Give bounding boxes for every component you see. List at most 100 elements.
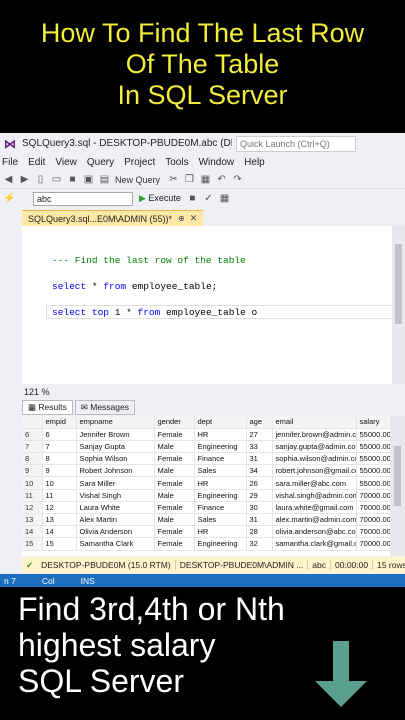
table-cell[interactable]: robert.johnson@gmail.com	[272, 464, 357, 478]
table-cell[interactable]: Sara Miller	[76, 476, 155, 490]
menu-window[interactable]: Window	[199, 157, 235, 168]
table-cell[interactable]: 31	[246, 513, 273, 527]
table-row[interactable]: 6 6 Jennifer Brown Female HR 27 jennifer.brown…	[22, 428, 390, 441]
row-number[interactable]: 8	[22, 452, 43, 466]
table-cell[interactable]: 30	[246, 501, 273, 515]
table-row[interactable]: 14 14 Olivia Anderson Female HR 28 olivia.ande…	[22, 525, 390, 539]
table-cell[interactable]: Finance	[194, 501, 247, 515]
database-select[interactable]: abc	[33, 191, 133, 206]
table-cell[interactable]: alex.martin@admin.com	[272, 513, 357, 527]
table-cell[interactable]: 28	[246, 525, 273, 539]
table-cell[interactable]: 55000.00	[356, 464, 390, 478]
column-header[interactable]: empname	[76, 416, 155, 429]
row-number[interactable]: 14	[22, 525, 43, 539]
table-cell[interactable]: Male	[154, 440, 195, 454]
table-cell[interactable]: Jennifer Brown	[76, 428, 155, 441]
menu-query[interactable]: Query	[87, 157, 114, 168]
results-grid-icon[interactable]: ▦	[219, 193, 230, 204]
table-cell[interactable]: 27	[246, 428, 273, 441]
menu-project[interactable]: Project	[124, 157, 155, 168]
column-header[interactable]: email	[272, 416, 357, 429]
table-cell[interactable]: olivia.anderson@abc.com	[272, 525, 357, 539]
table-cell[interactable]: Laura White	[76, 501, 155, 515]
menu-view[interactable]: View	[55, 157, 77, 168]
table-cell[interactable]: 13	[42, 513, 77, 527]
table-cell[interactable]: Finance	[194, 452, 247, 466]
table-cell[interactable]: samantha.clark@gmail.c...	[272, 537, 357, 551]
row-number[interactable]: 11	[22, 489, 43, 502]
row-number[interactable]: 6	[22, 428, 43, 441]
table-row[interactable]: 9 9 Robert Johnson Male Sales 34 robert.johnso…	[22, 464, 390, 478]
parse-icon[interactable]: ✓	[203, 193, 214, 204]
row-number[interactable]: 9	[22, 464, 43, 478]
column-header[interactable]: gender	[154, 416, 195, 429]
new-query-button[interactable]: New Query	[115, 175, 160, 185]
editor-scrollbar[interactable]	[392, 226, 405, 384]
menu-help[interactable]: Help	[244, 157, 265, 168]
row-number[interactable]: 7	[22, 440, 43, 454]
redo-icon[interactable]: ↷	[232, 174, 243, 185]
back-icon[interactable]: ◀	[3, 174, 14, 185]
table-cell[interactable]: HR	[194, 428, 247, 441]
table-cell[interactable]: Samantha Clark	[76, 537, 155, 551]
menu-tools[interactable]: Tools	[165, 157, 188, 168]
table-cell[interactable]: Sanjay Gupta	[76, 440, 155, 454]
column-header[interactable]: age	[246, 416, 273, 429]
table-cell[interactable]: sanjay.gupta@admin.com	[272, 440, 357, 454]
table-cell[interactable]: vishal.singh@admin.com	[272, 489, 357, 502]
forward-icon[interactable]: ▶	[19, 174, 30, 185]
new-file-icon[interactable]: ▯	[35, 174, 46, 185]
tab-sqlquery3[interactable]: SQLQuery3.sql...E0M\ADMIN (55))* ⊕ ✕	[22, 210, 204, 226]
table-cell[interactable]: Male	[154, 513, 195, 527]
table-cell[interactable]: 9	[42, 464, 77, 478]
tab-results[interactable]: ▦ Results	[22, 399, 73, 415]
table-row[interactable]: 8 8 Sophia Wilson Female Finance 31 sophia.wil…	[22, 452, 390, 466]
table-cell[interactable]: Sales	[194, 464, 247, 478]
table-row[interactable]: 15 15 Samantha Clark Female Engineering 32 sam…	[22, 537, 390, 551]
table-cell[interactable]: laura.white@gmail.com	[272, 501, 357, 515]
table-cell[interactable]: 29	[246, 489, 273, 502]
execute-button[interactable]: ▶ Execute	[139, 193, 181, 204]
table-cell[interactable]: 10	[42, 476, 77, 490]
table-cell[interactable]: Engineering	[194, 489, 247, 502]
table-cell[interactable]: 70000.00	[356, 489, 390, 502]
table-cell[interactable]: Female	[154, 428, 195, 441]
column-header[interactable]	[22, 416, 43, 429]
table-cell[interactable]: 26	[246, 476, 273, 490]
table-cell[interactable]: 55000.00	[356, 452, 390, 466]
table-cell[interactable]: Female	[154, 452, 195, 466]
table-cell[interactable]: 55000.00	[356, 440, 390, 454]
connect-icon[interactable]: ⚡	[3, 193, 15, 204]
row-number[interactable]: 13	[22, 513, 43, 527]
save-all-icon[interactable]: ▣	[83, 174, 94, 185]
table-cell[interactable]: Engineering	[194, 537, 247, 551]
table-cell[interactable]: 7	[42, 440, 77, 454]
column-header[interactable]: empid	[42, 416, 77, 429]
table-cell[interactable]: Alex Martin	[76, 513, 155, 527]
column-header[interactable]: dept	[194, 416, 247, 429]
table-cell[interactable]: Male	[154, 489, 195, 502]
query-editor[interactable]: --- Find the last row of the table selec…	[22, 226, 405, 384]
table-row[interactable]: 11 11 Vishal Singh Male Engineering 29 vishal.…	[22, 489, 390, 502]
table-cell[interactable]: 70000.00	[356, 525, 390, 539]
table-row[interactable]: 10 10 Sara Miller Female HR 26 sara.miller@abc…	[22, 476, 390, 490]
row-number[interactable]: 15	[22, 537, 43, 551]
open-folder-icon[interactable]: ▭	[51, 174, 62, 185]
table-cell[interactable]: 55000.00	[356, 476, 390, 490]
quick-launch-input[interactable]: Quick Launch (Ctrl+Q)	[236, 135, 356, 152]
table-row[interactable]: 13 13 Alex Martin Male Sales 31 alex.martin@ad…	[22, 513, 390, 527]
table-cell[interactable]: 70000.00	[356, 501, 390, 515]
table-cell[interactable]: 11	[42, 489, 77, 502]
table-cell[interactable]: 70000.00	[356, 537, 390, 551]
table-cell[interactable]: 31	[246, 452, 273, 466]
table-cell[interactable]: HR	[194, 525, 247, 539]
menu-edit[interactable]: Edit	[28, 157, 45, 168]
zoom-level[interactable]: 121 %	[24, 387, 50, 397]
table-cell[interactable]: 6	[42, 428, 77, 441]
table-cell[interactable]: 14	[42, 525, 77, 539]
save-icon[interactable]: ■	[67, 174, 78, 185]
table-cell[interactable]: HR	[194, 476, 247, 490]
table-cell[interactable]: Female	[154, 476, 195, 490]
paste-icon[interactable]: ▦	[200, 174, 211, 185]
column-header[interactable]: salary	[356, 416, 390, 429]
